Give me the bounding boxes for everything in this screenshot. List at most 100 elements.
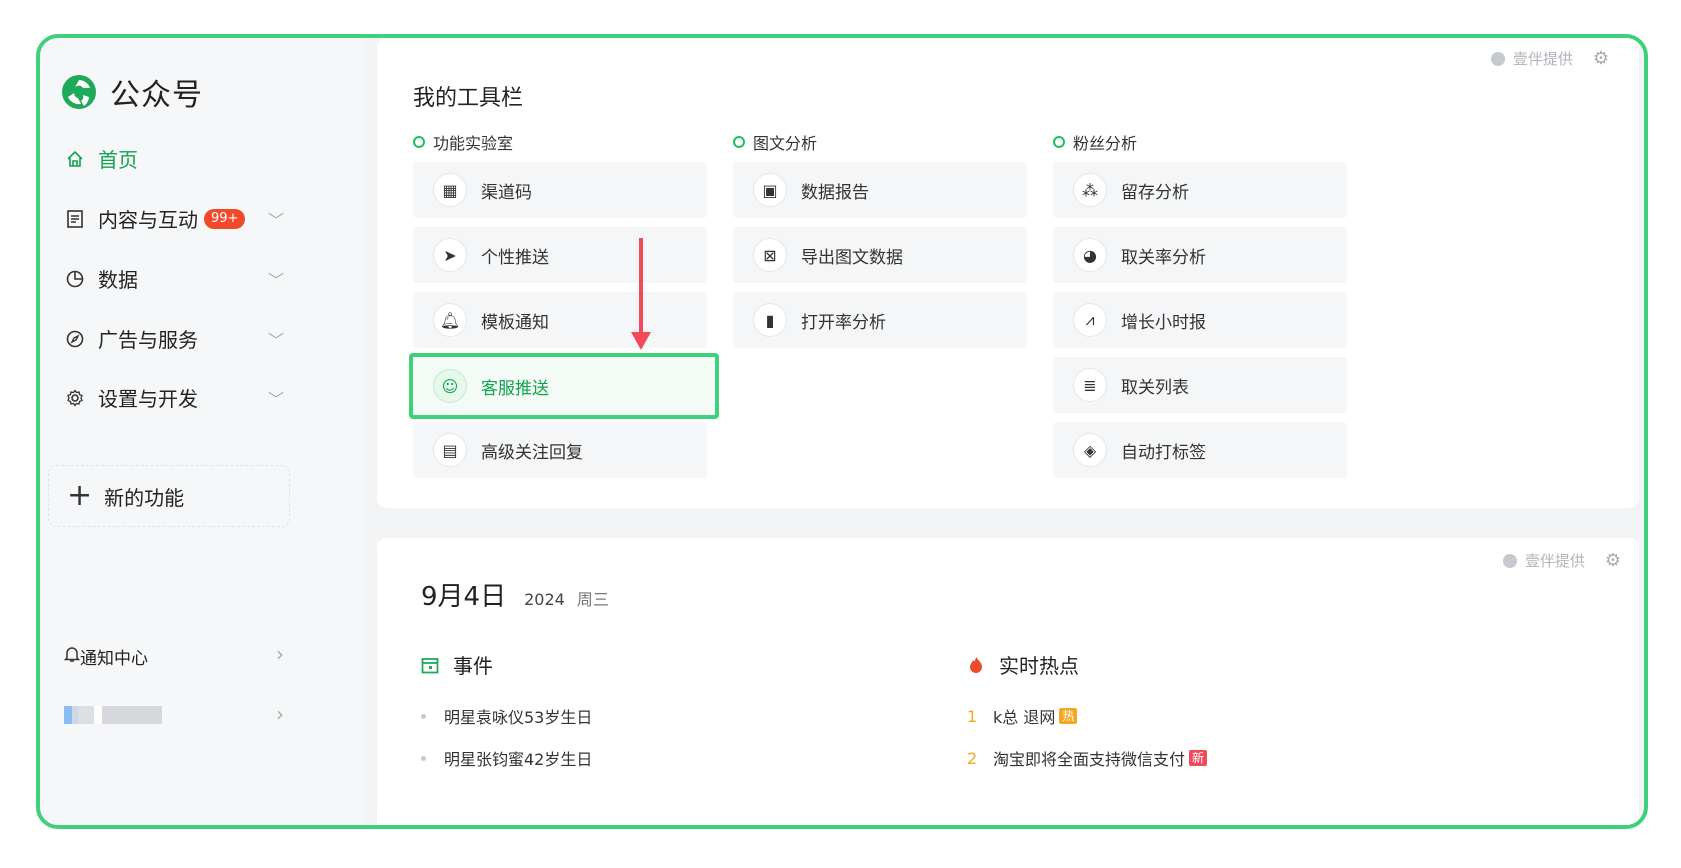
circle-icon — [413, 136, 425, 148]
notification-center[interactable]: 通知中心 › — [63, 642, 334, 669]
plus-icon: + — [67, 478, 93, 513]
tool-personal-push[interactable]: ➤ 个性推送 — [413, 227, 707, 283]
provider-text: 壹伴提供 — [1512, 50, 1573, 68]
gear-icon[interactable]: ⚙ — [1593, 48, 1609, 69]
chevron-down-icon: ﹀ — [267, 271, 284, 290]
hot-heading: 实时热点 — [967, 650, 1079, 679]
tool-label: 导出图文数据 — [801, 247, 903, 268]
message-icon: ▤ — [433, 433, 467, 467]
events-heading: 事件 — [421, 650, 493, 679]
bullet-icon — [421, 755, 426, 761]
hot-item[interactable]: 2 淘宝即将全面支持微信支付 新 — [967, 746, 1208, 770]
tool-channel-code[interactable]: ▦ 渠道码 — [413, 162, 707, 218]
panel-title: 我的工具栏 — [413, 86, 524, 111]
app-name: 公众号 — [110, 78, 203, 113]
sidebar: 公众号 首页 内容与互动 99+ ﹀ 数据 ﹀ 广告与服务 ﹀ 设置与开发 ﹀ … — [40, 38, 365, 825]
event-item[interactable]: 明星袁咏仪53岁生日 — [421, 704, 592, 728]
column-label-lab: 功能实验室 — [413, 130, 513, 154]
tool-unfollow-list[interactable]: ≣ 取关列表 — [1053, 357, 1347, 413]
chevron-down-icon: ﹀ — [267, 211, 284, 230]
check-circle-icon — [1502, 553, 1517, 568]
new-tag: 新 — [1189, 750, 1208, 766]
column-label-fans: 粉丝分析 — [1053, 130, 1137, 154]
toolbar-panel: 壹伴提供 ⚙ 我的工具栏 功能实验室 图文分析 粉丝分析 ▦ 渠道码 ➤ 个性推… — [377, 38, 1639, 508]
compass-icon — [64, 328, 86, 350]
chevron-right-icon: › — [276, 642, 284, 666]
document-icon — [64, 208, 86, 230]
app-logo[interactable]: 公众号 — [60, 70, 203, 114]
bar-chart-icon: ▮ — [753, 303, 787, 337]
calendar-icon — [421, 657, 439, 673]
sidebar-item-data[interactable]: 数据 ﹀ — [64, 264, 334, 293]
new-feature-button[interactable]: + 新的功能 — [48, 465, 290, 527]
circle-icon — [733, 136, 745, 148]
annotation-arrow — [639, 238, 643, 334]
tool-label: 个性推送 — [481, 247, 549, 268]
bell-icon — [63, 645, 81, 668]
column-label-text: 粉丝分析 — [1073, 134, 1138, 153]
hot-rank: 1 — [967, 706, 978, 726]
tool-label: 模板通知 — [481, 312, 549, 333]
hot-item[interactable]: 1 k总 退网 热 — [967, 704, 1078, 728]
send-icon: ➤ — [433, 238, 467, 272]
tool-unfollow-rate[interactable]: ◕ 取关率分析 — [1053, 227, 1347, 283]
tool-export-data[interactable]: ⊠ 导出图文数据 — [733, 227, 1027, 283]
tool-label: 数据报告 — [801, 182, 869, 203]
customer-service-icon: ☺ — [433, 369, 467, 403]
circle-icon — [1053, 136, 1065, 148]
sidebar-item-settings[interactable]: 设置与开发 ﹀ — [64, 383, 334, 412]
qrcode-icon: ▦ — [433, 173, 467, 207]
chevron-down-icon: ﹀ — [267, 331, 284, 350]
tool-auto-tag[interactable]: ◈ 自动打标签 — [1053, 422, 1347, 478]
hot-title: 实时热点 — [999, 654, 1079, 678]
tool-label: 渠道码 — [481, 182, 532, 203]
events-title: 事件 — [453, 654, 493, 678]
app-window: 公众号 首页 内容与互动 99+ ﹀ 数据 ﹀ 广告与服务 ﹀ 设置与开发 ﹀ … — [36, 34, 1648, 829]
gear-icon — [64, 387, 86, 409]
account-item[interactable]: › — [64, 702, 334, 726]
sidebar-item-label: 首页 — [98, 148, 138, 172]
hot-text: 淘宝即将全面支持微信支付 — [993, 750, 1186, 769]
tool-hourly-growth[interactable]: ⩘ 增长小时报 — [1053, 292, 1347, 348]
unread-badge: 99+ — [204, 208, 246, 229]
column-label-text: 图文分析 — [753, 134, 818, 153]
logo-icon — [62, 75, 96, 109]
new-feature-label: 新的功能 — [104, 485, 185, 510]
account-avatar-blurred — [64, 706, 162, 724]
pie-chart-icon: ◕ — [1073, 238, 1107, 272]
tool-label: 客服推送 — [481, 378, 549, 399]
tool-template-notify[interactable]: 🔔︎ 模板通知 — [413, 292, 707, 348]
sidebar-item-home[interactable]: 首页 — [64, 144, 334, 173]
bell-icon: 🔔︎ — [433, 303, 467, 337]
provider-text: 壹伴提供 — [1524, 552, 1585, 570]
sidebar-item-label: 设置与开发 — [98, 387, 198, 411]
sidebar-item-content[interactable]: 内容与互动 99+ ﹀ — [64, 204, 334, 233]
excel-icon: ⊠ — [753, 238, 787, 272]
event-text: 明星袁咏仪53岁生日 — [444, 708, 593, 727]
hot-text: k总 退网 — [993, 708, 1056, 727]
date-header: 9月4日 2024 周三 — [421, 576, 609, 613]
tool-data-report[interactable]: ▣ 数据报告 — [733, 162, 1027, 218]
event-text: 明星张钧蜜42岁生日 — [444, 750, 593, 769]
gear-icon[interactable]: ⚙ — [1605, 550, 1621, 571]
weekday-text: 周三 — [576, 590, 609, 609]
annotation-arrowhead — [631, 332, 651, 350]
hot-tag: 热 — [1059, 708, 1078, 724]
sidebar-item-ads[interactable]: 广告与服务 ﹀ — [64, 324, 334, 353]
event-item[interactable]: 明星张钧蜜42岁生日 — [421, 746, 592, 770]
notification-label: 通知中心 — [80, 649, 148, 669]
presentation-icon: ▣ — [753, 173, 787, 207]
tool-retention[interactable]: ⁂ 留存分析 — [1053, 162, 1347, 218]
list-icon: ≣ — [1073, 368, 1107, 402]
tool-advanced-reply[interactable]: ▤ 高级关注回复 — [413, 422, 707, 478]
tool-label: 打开率分析 — [801, 312, 886, 333]
year-text: 2024 — [524, 590, 565, 609]
hot-rank: 2 — [967, 748, 978, 768]
tool-customer-push[interactable]: ☺ 客服推送 — [409, 353, 719, 419]
tool-open-rate[interactable]: ▮ 打开率分析 — [733, 292, 1027, 348]
sidebar-item-label: 数据 — [98, 268, 138, 292]
sidebar-item-label: 内容与互动 — [98, 208, 198, 232]
tool-label: 留存分析 — [1121, 182, 1189, 203]
provider-label: 壹伴提供 ⚙ — [1502, 550, 1621, 571]
sidebar-item-label: 广告与服务 — [98, 328, 198, 352]
